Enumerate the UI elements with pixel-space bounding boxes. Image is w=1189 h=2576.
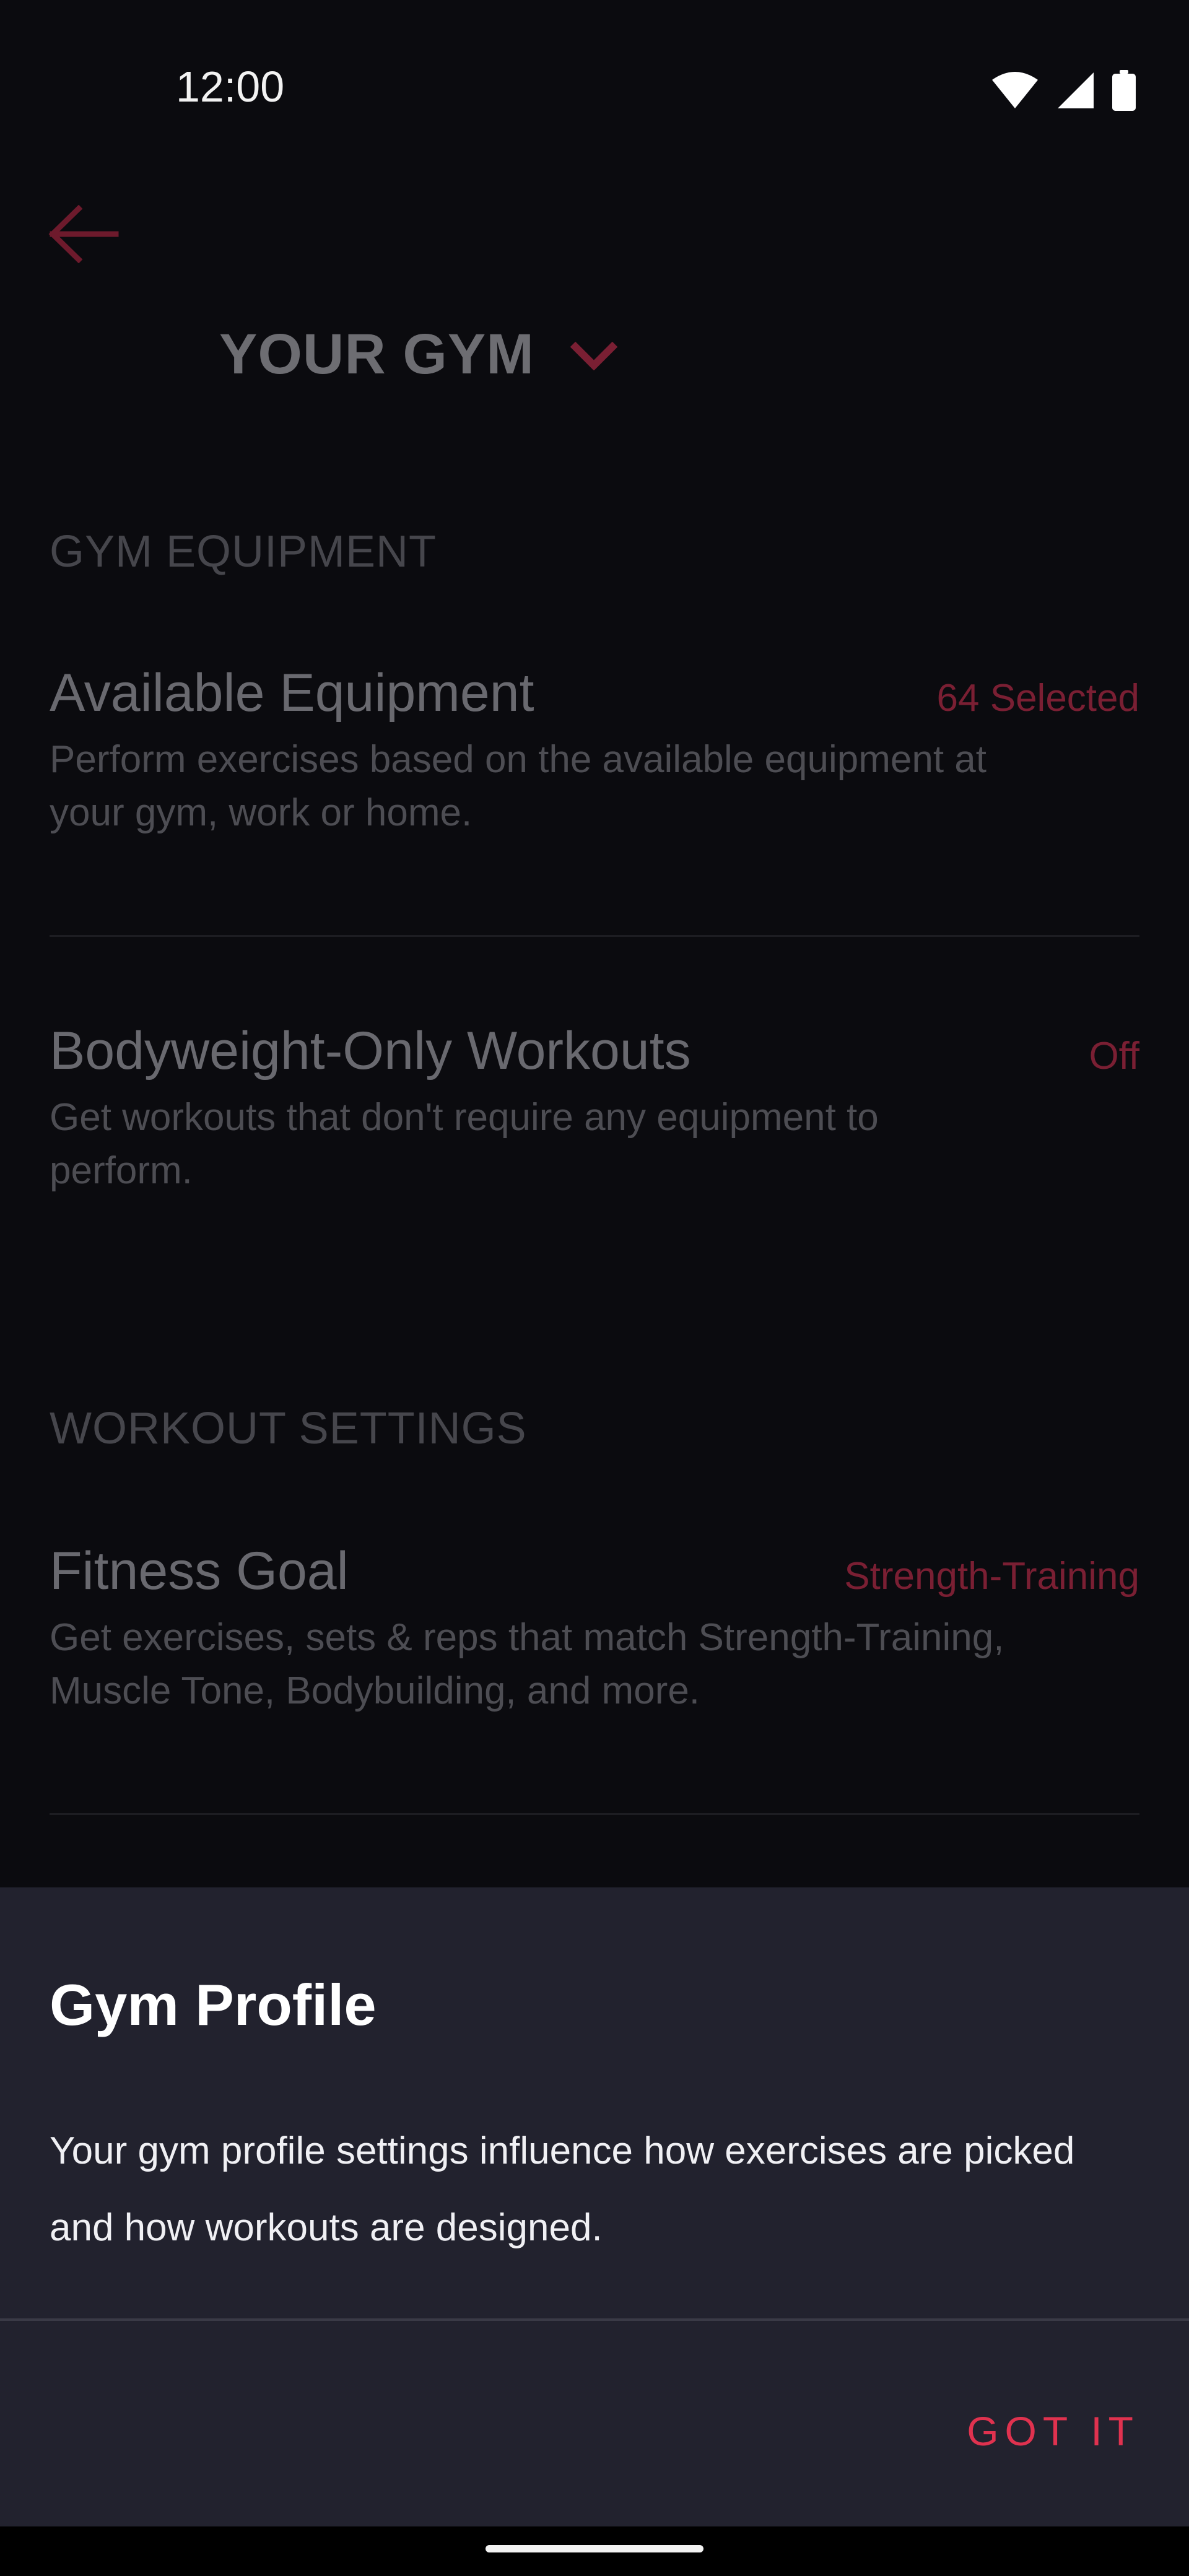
gym-title: YOUR GYM: [219, 323, 534, 386]
signal-icon: [1056, 71, 1095, 110]
section-header-gym-equipment: GYM EQUIPMENT: [50, 527, 437, 577]
battery-icon: [1112, 70, 1136, 111]
setting-description: Perform exercises based on the available…: [50, 738, 986, 834]
setting-available-equipment[interactable]: Available Equipment 64 Selected Perform …: [50, 663, 1139, 848]
status-time: 12:00: [176, 63, 285, 111]
got-it-button[interactable]: GOT IT: [967, 2408, 1139, 2455]
gym-selector-dropdown[interactable]: YOUR GYM: [219, 322, 619, 387]
setting-bodyweight-only-workouts[interactable]: Bodyweight-Only Workouts Off Get workout…: [50, 1020, 1139, 1206]
wifi-icon: [991, 71, 1039, 110]
chevron-down-icon: [569, 339, 619, 373]
status-icons: [991, 70, 1136, 111]
setting-description: Get exercises, sets & reps that match St…: [50, 1616, 1004, 1712]
setting-fitness-goal[interactable]: Fitness Goal Strength-Training Get exerc…: [50, 1541, 1139, 1776]
section-header-workout-settings: WORKOUT SETTINGS: [50, 1404, 527, 1453]
gym-profile-dialog: Gym Profile Your gym profile settings in…: [0, 1887, 1189, 2526]
setting-description: Get workouts that don't require any equi…: [50, 1096, 879, 1192]
dialog-title: Gym Profile: [50, 1972, 377, 2037]
setting-value: 64 Selected: [936, 677, 1139, 720]
divider: [50, 1813, 1139, 1815]
setting-value: Strength-Training: [844, 1555, 1139, 1598]
dialog-message: Your gym profile settings influence how …: [50, 2130, 1075, 2249]
status-bar: 12:00: [0, 0, 1189, 186]
setting-title: Available Equipment: [50, 663, 534, 723]
setting-title: Bodyweight-Only Workouts: [50, 1021, 691, 1081]
arrow-left-icon: [48, 204, 120, 266]
setting-value: Off: [1089, 1035, 1139, 1077]
dialog-divider: [0, 2318, 1189, 2321]
app-root: 12:00 YOUR GYM GYM EQUIPMENT Available E…: [0, 0, 1189, 2576]
back-button[interactable]: [43, 198, 124, 272]
setting-title: Fitness Goal: [50, 1541, 349, 1601]
home-gesture-handle[interactable]: [486, 2545, 703, 2552]
divider: [50, 935, 1139, 937]
navigation-bar: [0, 2526, 1189, 2576]
